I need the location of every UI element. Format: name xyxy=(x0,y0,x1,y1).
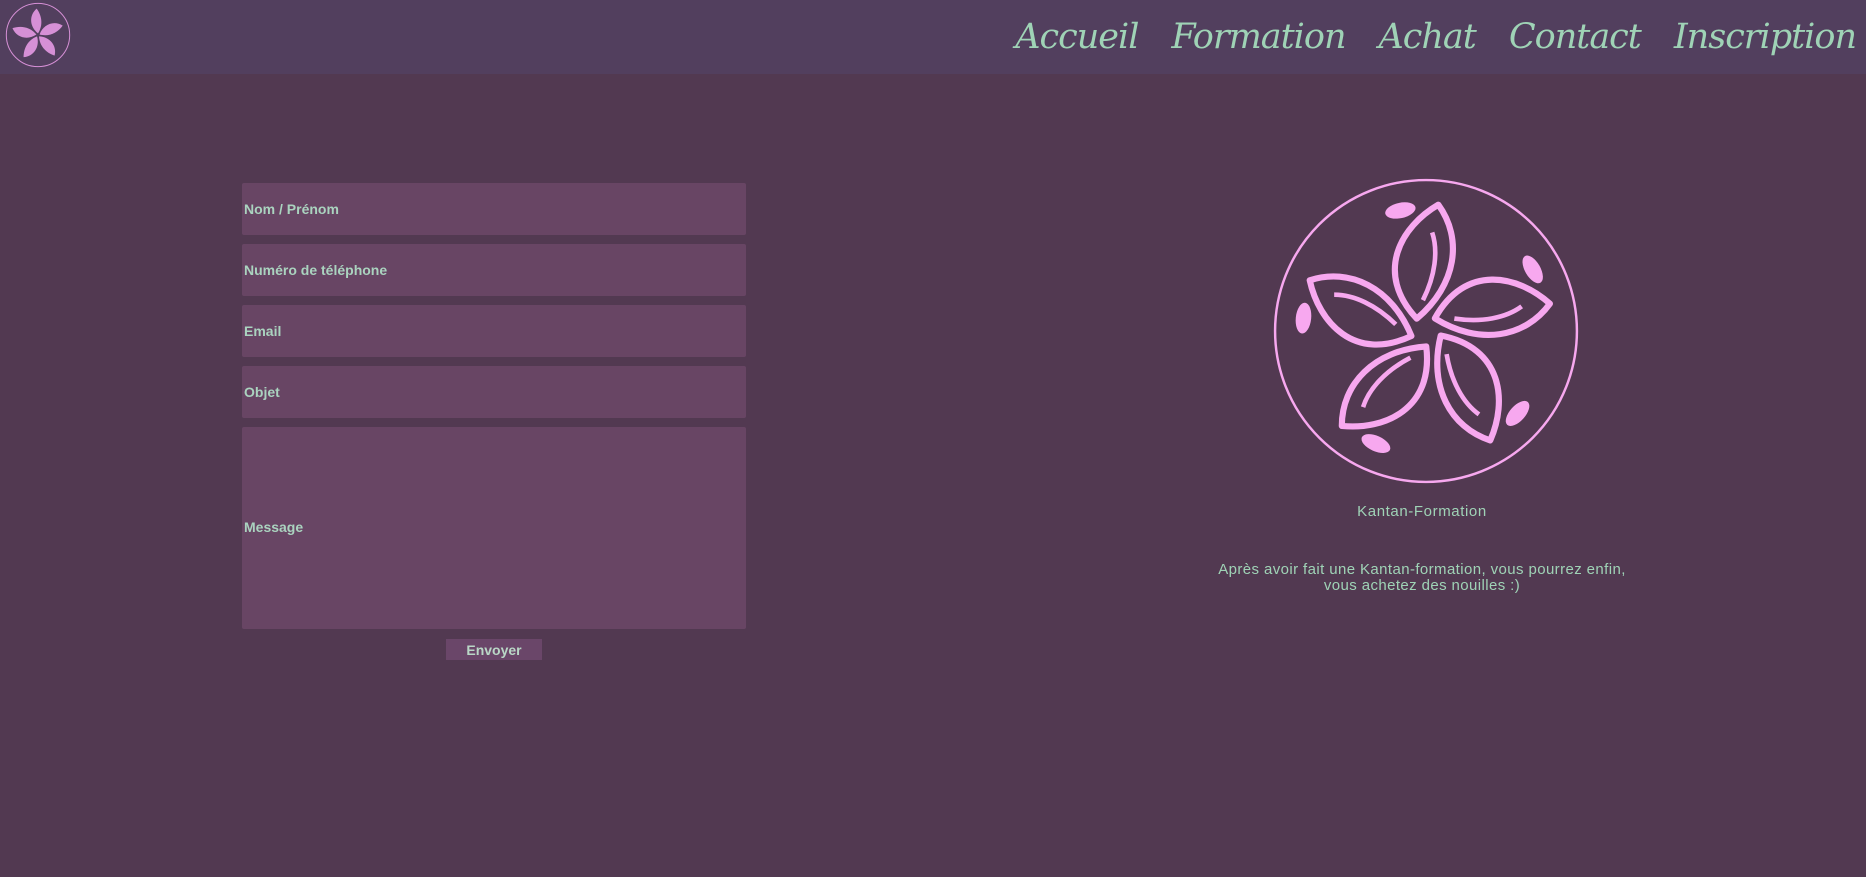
brand-tagline: Après avoir fait une Kantan-formation, v… xyxy=(1195,562,1649,594)
subject-input[interactable] xyxy=(242,366,746,418)
name-input[interactable] xyxy=(242,183,746,235)
nav-achat[interactable]: Achat xyxy=(1379,12,1477,62)
nav-inscription[interactable]: Inscription xyxy=(1674,12,1857,62)
nav-accueil[interactable]: Accueil xyxy=(1015,12,1139,62)
lotus-logo-icon xyxy=(1273,178,1579,484)
main-nav: Accueil Formation Achat Contact Inscript… xyxy=(1015,12,1857,62)
email-input[interactable] xyxy=(242,305,746,357)
send-button[interactable]: Envoyer xyxy=(446,639,542,660)
message-textarea[interactable] xyxy=(242,427,746,629)
site-logo-icon[interactable] xyxy=(5,2,71,68)
nav-formation[interactable]: Formation xyxy=(1171,12,1346,62)
tagline-line-1: Après avoir fait une Kantan-formation, v… xyxy=(1218,561,1626,578)
brand-name: Kantan-Formation xyxy=(1357,503,1487,520)
tagline-line-2: vous achetez des nouilles :) xyxy=(1323,577,1521,594)
phone-input[interactable] xyxy=(242,244,746,296)
site-header: Accueil Formation Achat Contact Inscript… xyxy=(0,0,1866,74)
nav-contact[interactable]: Contact xyxy=(1509,12,1642,62)
